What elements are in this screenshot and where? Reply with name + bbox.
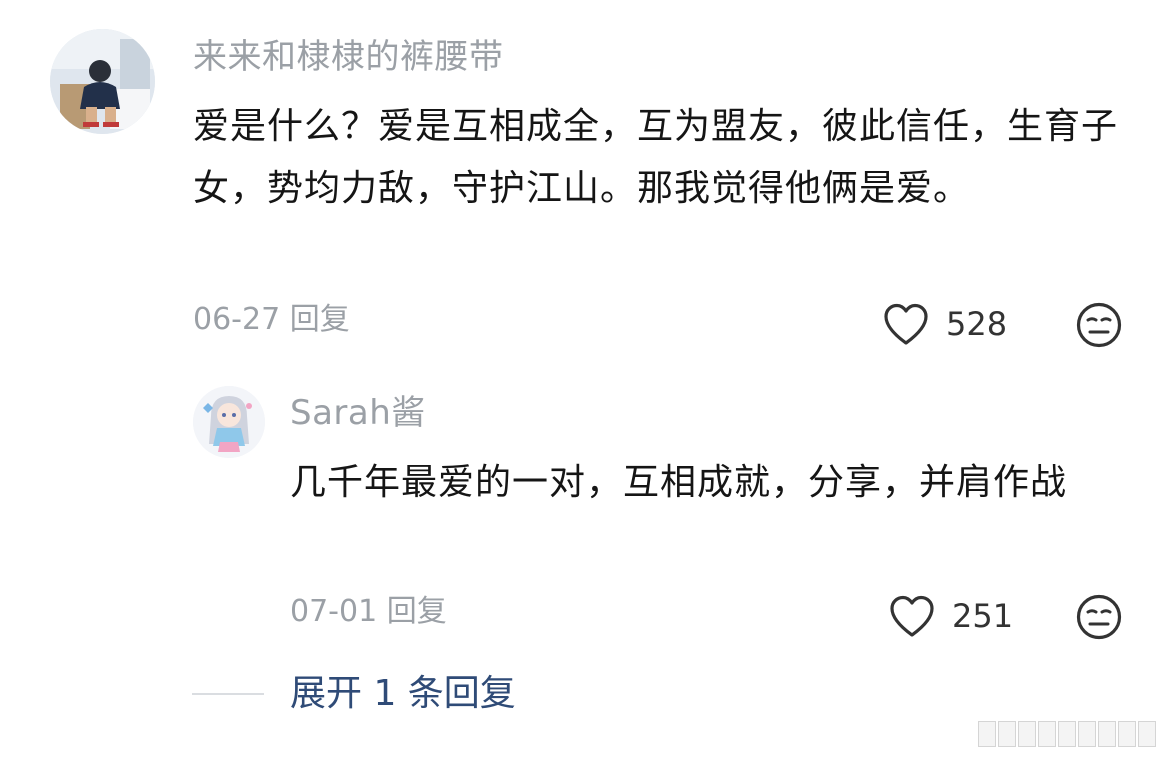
anime-girl-avatar-icon	[193, 386, 265, 458]
expand-divider	[192, 693, 264, 695]
reply-like-count: 251	[952, 597, 1014, 635]
comment-reply-button[interactable]: 回复	[290, 302, 350, 337]
expand-replies-row: 展开 1 条回复	[192, 676, 516, 712]
reply-like-button[interactable]: 251	[888, 594, 1013, 638]
reply-date: 07-01	[290, 594, 378, 629]
meh-face-icon	[1076, 302, 1122, 348]
expand-replies-button[interactable]: 展开 1 条回复	[290, 676, 516, 712]
comment-like-button[interactable]: 528	[882, 302, 1007, 346]
reply-meta: 07-01 回复	[290, 597, 447, 627]
comment-meta: 06-27 回复	[193, 305, 350, 335]
user-photo-avatar-icon	[50, 29, 155, 134]
commenter-avatar[interactable]	[50, 29, 155, 134]
watermark-strip	[978, 721, 1156, 747]
heart-outline-icon	[890, 595, 934, 637]
meh-face-icon	[1076, 594, 1122, 640]
comment-like-count: 528	[946, 305, 1008, 343]
comment-text: 爱是什么？爱是互相成全，互为盟友，彼此信任，生育子女，势均力敌，守护江山。那我觉…	[193, 106, 1119, 209]
reply-username[interactable]: Sarah酱	[290, 396, 426, 430]
commenter-username[interactable]: 来来和棣棣的裤腰带	[193, 40, 504, 74]
reply-avatar[interactable]	[193, 386, 265, 458]
comment-date: 06-27	[193, 302, 281, 337]
reply-reaction-button[interactable]	[1075, 593, 1123, 641]
reply-reply-button[interactable]: 回复	[387, 594, 447, 629]
reply-text: 几千年最爱的一对，互相成就，分享，并肩作战	[290, 462, 1068, 503]
heart-outline-icon	[884, 303, 928, 345]
comment-reaction-button[interactable]	[1075, 301, 1123, 349]
